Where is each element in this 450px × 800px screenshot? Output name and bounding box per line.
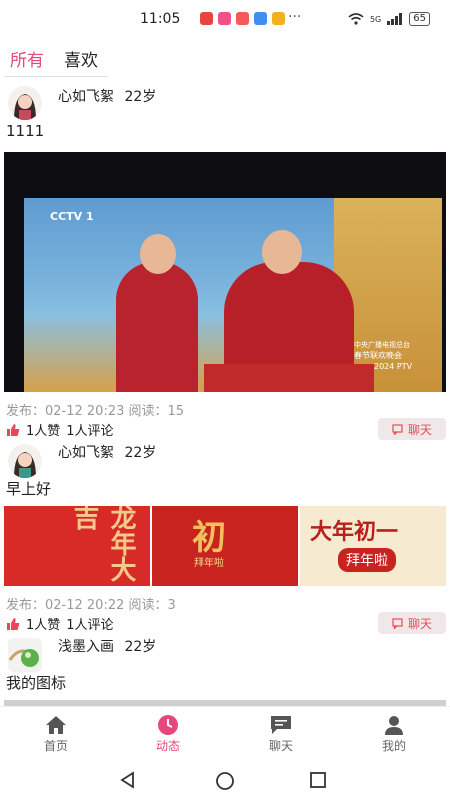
nav-label: 聊天 xyxy=(268,739,293,753)
tv-banner2: 春节联欢晚会 xyxy=(354,351,402,360)
home-icon xyxy=(46,716,66,734)
chat-bubble-icon xyxy=(392,617,403,629)
comment-count[interactable]: 1人评论 xyxy=(66,614,113,633)
chat-button-label: 聊天 xyxy=(407,422,432,437)
wifi-icon xyxy=(348,13,364,25)
chat-button[interactable]: 聊天 xyxy=(378,612,446,634)
like-count: 1人赞 xyxy=(26,618,61,633)
post-image[interactable]: 龙年大吉 xyxy=(4,506,150,586)
chat-button-label: 聊天 xyxy=(407,616,432,631)
more-notifications-icon: ··· xyxy=(288,9,302,25)
back-icon[interactable] xyxy=(118,770,138,790)
post-image[interactable]: 大年初一 拜年啦 xyxy=(300,506,446,586)
thumbs-up-icon[interactable] xyxy=(6,423,20,437)
performer-left xyxy=(116,262,198,392)
app-icon xyxy=(236,12,249,25)
tab-all[interactable]: 所有 xyxy=(10,46,44,71)
author-age: 22岁 xyxy=(124,445,157,461)
tv-banner: 中央广播电视总台 xyxy=(354,341,410,349)
like-count: 1人赞 xyxy=(26,424,61,439)
author-age: 22岁 xyxy=(124,639,157,655)
author-name[interactable]: 心如飞絮 xyxy=(58,89,114,105)
nav-label: 首页 xyxy=(43,739,68,753)
avatar[interactable] xyxy=(8,86,42,120)
feed-list[interactable]: 心如飞絮 22岁 1111 CCTV 1 中央广播电视总台 春节联欢晚会 202… xyxy=(0,80,450,706)
status-time: 11:05 xyxy=(140,11,181,27)
system-nav-bar xyxy=(0,762,450,800)
avatar[interactable] xyxy=(8,444,42,478)
author-name[interactable]: 心如飞絮 xyxy=(58,445,114,461)
chat-bubble-icon xyxy=(392,423,403,435)
nav-label: 动态 xyxy=(155,739,180,753)
post-text: 早上好 xyxy=(6,480,52,498)
nav-label: 我的 xyxy=(381,739,406,753)
image-caption: 大年初一 xyxy=(310,520,399,545)
author-name[interactable]: 浅墨入画 xyxy=(58,639,114,655)
post-text: 我的图标 xyxy=(6,674,67,692)
tab-liked[interactable]: 喜欢 xyxy=(64,46,98,71)
post-meta: 发布：02-12 20:23 阅读：15 xyxy=(6,404,185,419)
post-text: 1111 xyxy=(6,122,45,140)
battery-icon: 65 xyxy=(409,12,430,26)
avatar[interactable] xyxy=(8,638,42,672)
post-image[interactable]: 初 拜年啦 xyxy=(152,506,298,586)
feed-tabs: 所有 喜欢 xyxy=(0,38,450,78)
post-image-grid: 龙年大吉 初 拜年啦 大年初一 拜年啦 xyxy=(4,506,446,586)
chat-icon xyxy=(271,716,291,734)
app-icon xyxy=(200,12,213,25)
post-meta: 发布：02-12 20:22 阅读：3 xyxy=(6,598,176,613)
signal-icon xyxy=(387,13,403,25)
app-icon xyxy=(272,12,285,25)
tv-tag: 2024 PTV xyxy=(374,362,413,371)
user-icon xyxy=(385,716,403,735)
author-age: 22岁 xyxy=(124,89,157,105)
nav-profile[interactable]: 我的 xyxy=(354,713,434,754)
image-caption: 拜年啦 xyxy=(194,558,224,569)
tab-divider xyxy=(4,76,108,77)
post-image[interactable]: CCTV 1 中央广播电视总台 春节联欢晚会 2024 PTV xyxy=(4,152,446,392)
nav-moments[interactable]: 动态 xyxy=(128,713,208,754)
nav-home[interactable]: 首页 xyxy=(16,713,96,754)
image-caption: 拜年啦 xyxy=(338,548,396,572)
bottom-nav: 首页 动态 聊天 我的 xyxy=(0,706,450,762)
comment-count[interactable]: 1人评论 xyxy=(66,420,113,439)
clock-icon xyxy=(158,715,178,735)
image-caption: 初 xyxy=(192,518,226,558)
app-icon xyxy=(254,12,267,25)
chat-button[interactable]: 聊天 xyxy=(378,418,446,440)
recents-icon[interactable] xyxy=(308,770,328,790)
network-label: 5G xyxy=(369,14,382,24)
image-caption: 龙年大吉 xyxy=(69,506,136,582)
app-icon xyxy=(218,12,231,25)
channel-logo: CCTV 1 xyxy=(50,210,94,223)
status-bar: 11:05 ··· 5G 65 xyxy=(0,0,450,38)
thumbs-up-icon[interactable] xyxy=(6,617,20,631)
notification-icons xyxy=(200,12,285,25)
home-button-icon[interactable] xyxy=(214,770,236,792)
nav-chat[interactable]: 聊天 xyxy=(241,713,321,754)
